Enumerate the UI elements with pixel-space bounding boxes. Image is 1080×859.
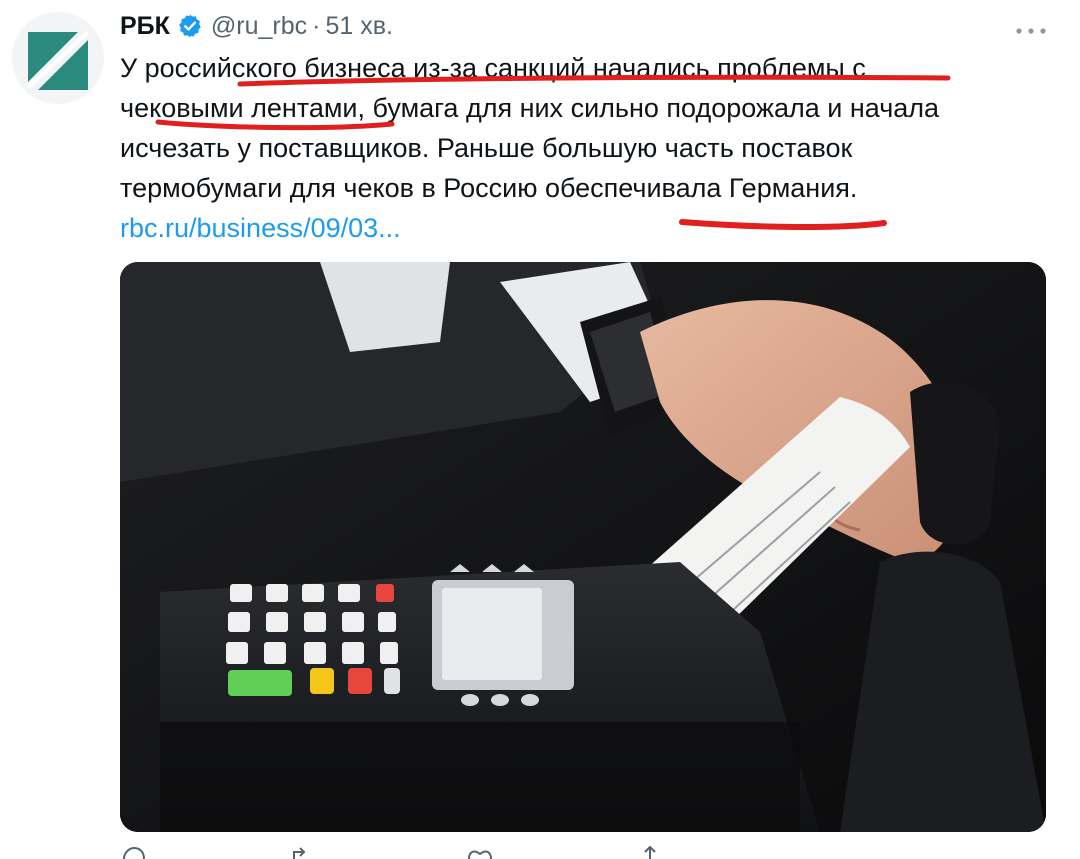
author-handle[interactable]: @ru_rbc — [211, 12, 307, 41]
retweet-icon[interactable] — [290, 846, 320, 859]
pos-terminal-photo — [120, 262, 1046, 832]
reply-icon[interactable] — [120, 846, 146, 859]
tweet-actions — [120, 846, 680, 859]
avatar[interactable] — [12, 12, 104, 104]
tweet-header: РБК @ru_rbc · 51 хв. — [120, 8, 393, 44]
header-separator: · — [312, 11, 321, 40]
more-options-icon[interactable] — [1014, 22, 1048, 34]
author-name[interactable]: РБК — [120, 12, 170, 41]
tweet-timestamp[interactable]: 51 хв. — [325, 12, 392, 41]
tweet-text-line: чековыми лентами, бумага для них сильно … — [120, 93, 940, 123]
tweet[interactable]: РБК @ru_rbc · 51 хв. У российского бизне… — [0, 0, 1080, 859]
tweet-photo[interactable] — [120, 262, 1046, 832]
share-icon[interactable] — [640, 846, 660, 859]
verified-badge-icon — [177, 13, 203, 39]
rbc-logo-icon — [12, 12, 104, 104]
tweet-text-line: исчезать у поставщиков. Раньше большую ч… — [120, 133, 853, 163]
tweet-text-line: термобумаги для чеков в Россию обеспечив… — [120, 173, 858, 203]
tweet-text-line: У российского бизнеса из-за санкций нача… — [120, 53, 866, 83]
like-icon[interactable] — [466, 846, 494, 859]
article-link[interactable]: rbc.ru/business/09/03... — [120, 208, 1040, 248]
tweet-text: У российского бизнеса из-за санкций нача… — [120, 48, 1040, 248]
